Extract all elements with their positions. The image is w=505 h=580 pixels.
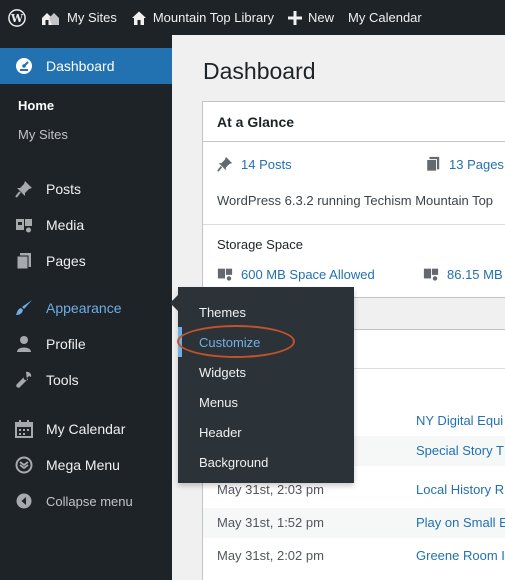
paintbrush-icon [14, 298, 34, 318]
menu-dashboard[interactable]: Dashboard [0, 48, 172, 84]
wordpress-logo-icon: W [8, 8, 26, 27]
site-name-label: Mountain Top Library [152, 10, 275, 25]
current-menu-pointer [172, 64, 180, 80]
menu-profile[interactable]: Profile [0, 326, 172, 362]
flyout-item-background[interactable]: Background [178, 447, 354, 477]
flyout-item-widgets[interactable]: Widgets [178, 357, 354, 387]
menu-tools[interactable]: Tools [0, 362, 172, 398]
activity-date: May 31st, 2:02 pm [217, 548, 324, 563]
pushpin-icon [14, 179, 34, 199]
home-icon [131, 10, 147, 26]
menu-profile-label: Profile [46, 336, 86, 352]
activity-link[interactable]: Play on Small E [416, 515, 505, 530]
my-calendar-label: My Calendar [348, 10, 422, 25]
flyout-pointer [170, 295, 178, 311]
space-allowed-label: 600 MB Space Allowed [241, 266, 375, 282]
menu-appearance[interactable]: Appearance [0, 290, 172, 326]
menu-appearance-label: Appearance [46, 300, 122, 316]
calendar-icon [14, 419, 34, 439]
wp-logo-menu[interactable]: W [0, 0, 34, 35]
at-a-glance-widget: At a Glance 14 Posts 13 Pages WordPress … [202, 101, 505, 298]
my-sites-icon [41, 10, 61, 26]
menu-my-calendar-label: My Calendar [46, 421, 126, 437]
storage-divider [203, 224, 505, 225]
submenu-home[interactable]: Home [18, 98, 54, 113]
menu-dashboard-label: Dashboard [46, 58, 115, 74]
svg-text:W: W [10, 12, 24, 25]
pages-icon [14, 251, 34, 271]
my-sites-menu[interactable]: My Sites [34, 0, 124, 35]
space-used-link[interactable]: 86.15 MB [423, 266, 503, 282]
activity-date: May 31st, 1:52 pm [217, 515, 324, 530]
pages-count-link[interactable]: 13 Pages [425, 156, 504, 172]
appearance-flyout-menu: Themes Customize Widgets Menus Header Ba… [170, 287, 354, 483]
my-calendar-menu[interactable]: My Calendar [341, 0, 429, 35]
media-icon [423, 266, 439, 282]
collapse-arrow-icon [14, 491, 34, 511]
page-title: Dashboard [203, 58, 316, 84]
activity-row: May 31st, 1:52 pm Play on Small E [203, 508, 505, 538]
site-name-menu[interactable]: Mountain Top Library [124, 0, 281, 35]
dashboard-icon [14, 56, 34, 76]
media-icon [14, 215, 34, 235]
mega-menu-icon [14, 455, 34, 475]
menu-my-calendar[interactable]: My Calendar [0, 411, 172, 447]
at-a-glance-heading[interactable]: At a Glance [203, 102, 505, 142]
activity-link[interactable]: NY Digital Equi [416, 413, 503, 428]
wordpress-version-text: WordPress 6.3.2 running Techism Mountain… [217, 193, 494, 208]
activity-link[interactable]: Local History R [416, 482, 504, 497]
admin-bar: W My Sites Mountain Top Library New My C… [0, 0, 505, 35]
flyout-item-themes[interactable]: Themes [178, 297, 354, 327]
menu-posts-label: Posts [46, 181, 82, 197]
activity-link[interactable]: Greene Room I [416, 548, 505, 563]
menu-mega-menu-label: Mega Menu [46, 457, 120, 473]
admin-sidebar: Dashboard Home My Sites Posts Media Page… [0, 35, 172, 580]
collapse-menu-label: Collapse menu [46, 493, 133, 509]
space-allowed-link[interactable]: 600 MB Space Allowed [217, 266, 375, 282]
plus-icon [288, 10, 303, 25]
activity-date: May 31st, 2:03 pm [217, 482, 324, 497]
pages-icon [425, 156, 441, 172]
wrench-icon [14, 370, 34, 390]
activity-link[interactable]: Special Story T [416, 443, 504, 458]
posts-count-label: 14 Posts [241, 156, 292, 172]
menu-pages[interactable]: Pages [0, 243, 172, 279]
menu-posts[interactable]: Posts [0, 171, 172, 207]
pushpin-icon [217, 156, 233, 172]
menu-media-label: Media [46, 217, 85, 233]
menu-media[interactable]: Media [0, 207, 172, 243]
new-label: New [308, 10, 335, 25]
flyout-item-menus[interactable]: Menus [178, 387, 354, 417]
flyout-item-header[interactable]: Header [178, 417, 354, 447]
flyout-item-customize[interactable]: Customize [178, 327, 354, 357]
posts-count-link[interactable]: 14 Posts [217, 156, 292, 172]
menu-pages-label: Pages [46, 253, 86, 269]
media-icon [217, 266, 233, 282]
collapse-menu-button[interactable]: Collapse menu [0, 483, 172, 519]
submenu-my-sites[interactable]: My Sites [18, 127, 68, 142]
space-used-label: 86.15 MB [447, 266, 503, 282]
activity-row: May 31st, 2:02 pm Greene Room I [203, 541, 505, 571]
menu-tools-label: Tools [46, 372, 79, 388]
new-content-menu[interactable]: New [281, 0, 341, 35]
menu-mega-menu[interactable]: Mega Menu [0, 447, 172, 483]
my-sites-label: My Sites [67, 10, 117, 25]
storage-space-heading: Storage Space [217, 237, 304, 252]
pages-count-label: 13 Pages [449, 156, 504, 172]
user-icon [14, 334, 34, 354]
